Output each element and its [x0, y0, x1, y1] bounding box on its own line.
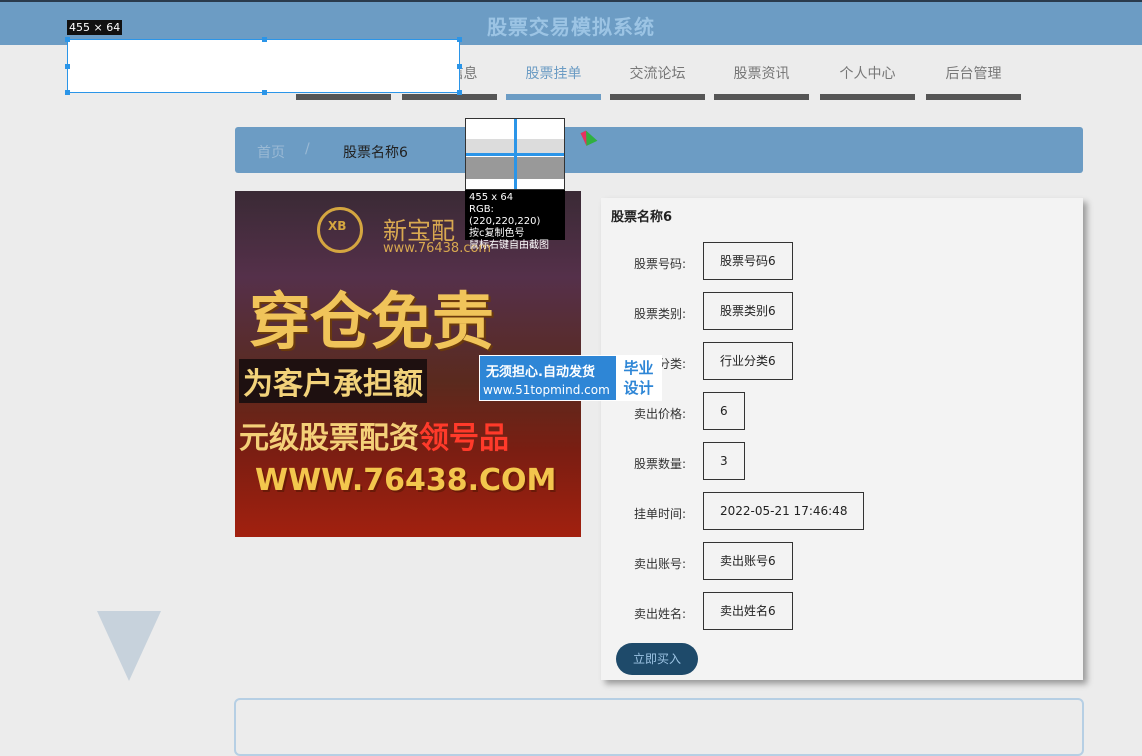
field-value-order-time: 2022-05-21 17:46:48	[703, 492, 865, 530]
info-rgb: RGB:(220,220,220)	[469, 204, 541, 227]
nav-underline	[820, 94, 915, 100]
field-label-code: 股票号码:	[633, 257, 686, 271]
nav-item-forum[interactable]: 交流论坛	[610, 60, 705, 100]
field-label-price: 卖出价格:	[633, 407, 686, 421]
site-title: 股票交易模拟系统	[487, 15, 655, 39]
buy-now-button[interactable]: 立即买入	[616, 643, 698, 675]
watermark-badge-2: 设计	[623, 379, 654, 397]
field-label-category: 股票类别:	[633, 307, 686, 321]
screenshot-selection[interactable]	[65, 37, 462, 95]
ad-headline: 穿仓免责	[249, 285, 494, 358]
field-value-quantity: 3	[703, 442, 745, 480]
ad-url-big: WWW.76438.COM	[255, 463, 557, 498]
comment-section-box	[234, 698, 1084, 756]
resize-handle[interactable]	[65, 37, 70, 42]
resize-handle[interactable]	[65, 64, 70, 69]
nav-label: 股票挂单	[525, 66, 582, 82]
info-copy-hint: 按c复制色号	[469, 228, 525, 239]
stock-name-title: 股票名称6	[611, 210, 673, 225]
ad-line-3-a: 元级股票配资	[239, 421, 419, 456]
field-value-category: 股票类别6	[703, 292, 793, 330]
nav-underline	[402, 94, 497, 100]
nav-label: 股票资讯	[733, 66, 790, 82]
screenshot-magnifier	[465, 118, 565, 190]
nav-label: 后台管理	[945, 66, 1002, 82]
field-label-seller-account: 卖出账号:	[633, 557, 686, 571]
resize-handle[interactable]	[457, 64, 462, 69]
breadcrumb-current: 股票名称6	[343, 145, 408, 161]
info-right-click-hint: 鼠标右键自由截图	[469, 240, 549, 251]
watermark-badge: 无须担心.自动发货 www.51topmind.com 毕业 设计	[479, 355, 662, 401]
resize-handle[interactable]	[457, 37, 462, 42]
field-value-seller-account: 卖出账号6	[703, 542, 793, 580]
brand-logo-text: XB	[328, 219, 347, 233]
breadcrumb-home-link[interactable]: 首页	[257, 142, 285, 162]
resize-handle[interactable]	[262, 90, 267, 95]
field-value-seller-name: 卖出姓名6	[703, 592, 793, 630]
nav-item-stock-orders[interactable]: 股票挂单	[506, 60, 601, 100]
watermark-line-2: www.51topmind.com	[483, 383, 610, 397]
crosshair-vertical	[514, 119, 517, 189]
ad-line-3: 元级股票配资领号品	[239, 413, 509, 457]
nav-item-stock-news[interactable]: 股票资讯	[714, 60, 809, 100]
field-value-code: 股票号码6	[703, 242, 793, 280]
watermark-line-1: 无须担心.自动发货	[486, 365, 595, 380]
field-value-industry: 行业分类6	[703, 342, 793, 380]
nav-underline	[610, 94, 705, 100]
info-size: 455 x 64	[469, 192, 514, 203]
breadcrumb: 首页 / 股票名称6	[235, 127, 1083, 173]
field-value-price: 6	[703, 392, 745, 430]
watermark-badge-right: 毕业 设计	[616, 356, 661, 400]
ad-line-3-b: 领号品	[419, 421, 509, 456]
nav-underline	[506, 94, 601, 100]
nav-label: 交流论坛	[629, 66, 686, 82]
triangle-decoration-icon	[97, 611, 161, 681]
ad-line-2: 为客户承担额	[239, 359, 427, 403]
nav-underline	[714, 94, 809, 100]
field-label-order-time: 挂单时间:	[633, 507, 686, 521]
nav-item-profile[interactable]: 个人中心	[820, 60, 915, 100]
nav-underline	[296, 94, 391, 100]
selection-size-label: 455 × 64	[67, 20, 123, 35]
nav-item-admin[interactable]: 后台管理	[926, 60, 1021, 100]
nav-underline	[926, 94, 1021, 100]
resize-handle[interactable]	[457, 90, 462, 95]
breadcrumb-separator: /	[305, 141, 310, 157]
field-label-quantity: 股票数量:	[633, 457, 686, 471]
stock-detail-card: 股票名称6 股票号码: 股票号码6 股票类别: 股票类别6 行业分类: 行业分类…	[601, 198, 1083, 680]
field-label-seller-name: 卖出姓名:	[633, 607, 686, 621]
magnifier-info: 455 x 64 RGB:(220,220,220) 按c复制色号 鼠标右键自由…	[465, 190, 565, 251]
watermark-badge-1: 毕业	[623, 359, 654, 377]
nav-label: 个人中心	[839, 66, 896, 82]
resize-handle[interactable]	[262, 37, 267, 42]
resize-handle[interactable]	[65, 90, 70, 95]
